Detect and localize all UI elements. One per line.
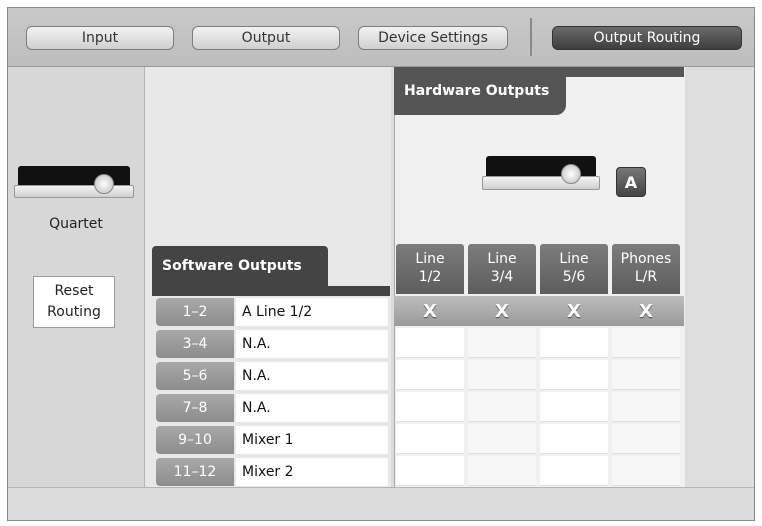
tab-separator [530, 18, 532, 56]
reset-routing-button[interactable]: Reset Routing [33, 276, 115, 328]
routing-cell[interactable] [468, 360, 536, 390]
software-output-row[interactable]: 5–6 N.A. [156, 361, 388, 391]
tab-device-settings[interactable]: Device Settings [358, 26, 508, 50]
tab-output[interactable]: Output [192, 26, 340, 50]
channel-pair: 11–12 [156, 458, 234, 486]
hardware-column-line-5-6: Line 5/6 [540, 244, 608, 294]
right-margin-panel [685, 67, 754, 487]
hardware-column-phones: Phones L/R [612, 244, 680, 294]
channel-pair: 5–6 [156, 362, 234, 390]
tab-input[interactable]: Input [26, 26, 174, 50]
software-outputs-header: Software Outputs [152, 246, 328, 286]
output-assignment[interactable]: Mixer 2 [236, 458, 388, 486]
routing-cell[interactable] [540, 360, 608, 390]
routing-cell[interactable] [540, 328, 608, 358]
status-bar [8, 487, 754, 520]
software-outputs-bar [152, 286, 390, 296]
channel-pair: 9–10 [156, 426, 234, 454]
routing-cell[interactable] [396, 424, 464, 454]
output-assignment[interactable]: N.A. [236, 394, 388, 422]
routing-mark[interactable]: X [396, 296, 464, 326]
routing-cell[interactable] [612, 456, 680, 486]
routing-cell[interactable] [540, 392, 608, 422]
channel-pair: 3–4 [156, 330, 234, 358]
channel-pair: 1–2 [156, 298, 234, 326]
software-output-row[interactable]: 11–12 Mixer 2 [156, 457, 388, 487]
routing-mark[interactable]: X [612, 296, 680, 326]
routing-cell[interactable] [396, 456, 464, 486]
software-output-row[interactable]: 7–8 N.A. [156, 393, 388, 423]
routing-cell[interactable] [468, 456, 536, 486]
routing-cell[interactable] [612, 360, 680, 390]
routing-cell[interactable] [468, 392, 536, 422]
routing-cell[interactable] [468, 328, 536, 358]
hardware-outputs-header: Hardware Outputs [394, 67, 566, 115]
routing-cell[interactable] [540, 424, 608, 454]
software-output-row[interactable]: 1–2 A Line 1/2 [156, 297, 388, 327]
routing-cell[interactable] [468, 424, 536, 454]
output-assignment[interactable]: N.A. [236, 330, 388, 358]
device-name: Quartet [49, 216, 103, 232]
tab-output-routing[interactable]: Output Routing [552, 26, 742, 50]
routing-mark[interactable]: X [468, 296, 536, 326]
routing-mark[interactable]: X [540, 296, 608, 326]
hardware-column-line-3-4: Line 3/4 [468, 244, 536, 294]
routing-cell[interactable] [396, 360, 464, 390]
audio-interface-icon [482, 156, 600, 190]
routing-cell[interactable] [540, 456, 608, 486]
output-assignment[interactable]: Mixer 1 [236, 426, 388, 454]
software-output-row[interactable]: 3–4 N.A. [156, 329, 388, 359]
device-a-badge: A [616, 167, 646, 197]
app-window: Input Output Device Settings Output Rout… [7, 7, 755, 521]
routing-cell[interactable] [396, 392, 464, 422]
channel-pair: 7–8 [156, 394, 234, 422]
output-assignment[interactable]: N.A. [236, 362, 388, 390]
output-assignment[interactable]: A Line 1/2 [236, 298, 388, 326]
routing-cell[interactable] [612, 424, 680, 454]
routing-cell[interactable] [612, 328, 680, 358]
tab-bar: Input Output Device Settings Output Rout… [8, 8, 754, 67]
audio-interface-icon [14, 166, 134, 198]
hardware-column-line-1-2: Line 1/2 [396, 244, 464, 294]
routing-cell[interactable] [396, 328, 464, 358]
routing-cell[interactable] [612, 392, 680, 422]
software-output-row[interactable]: 9–10 Mixer 1 [156, 425, 388, 455]
